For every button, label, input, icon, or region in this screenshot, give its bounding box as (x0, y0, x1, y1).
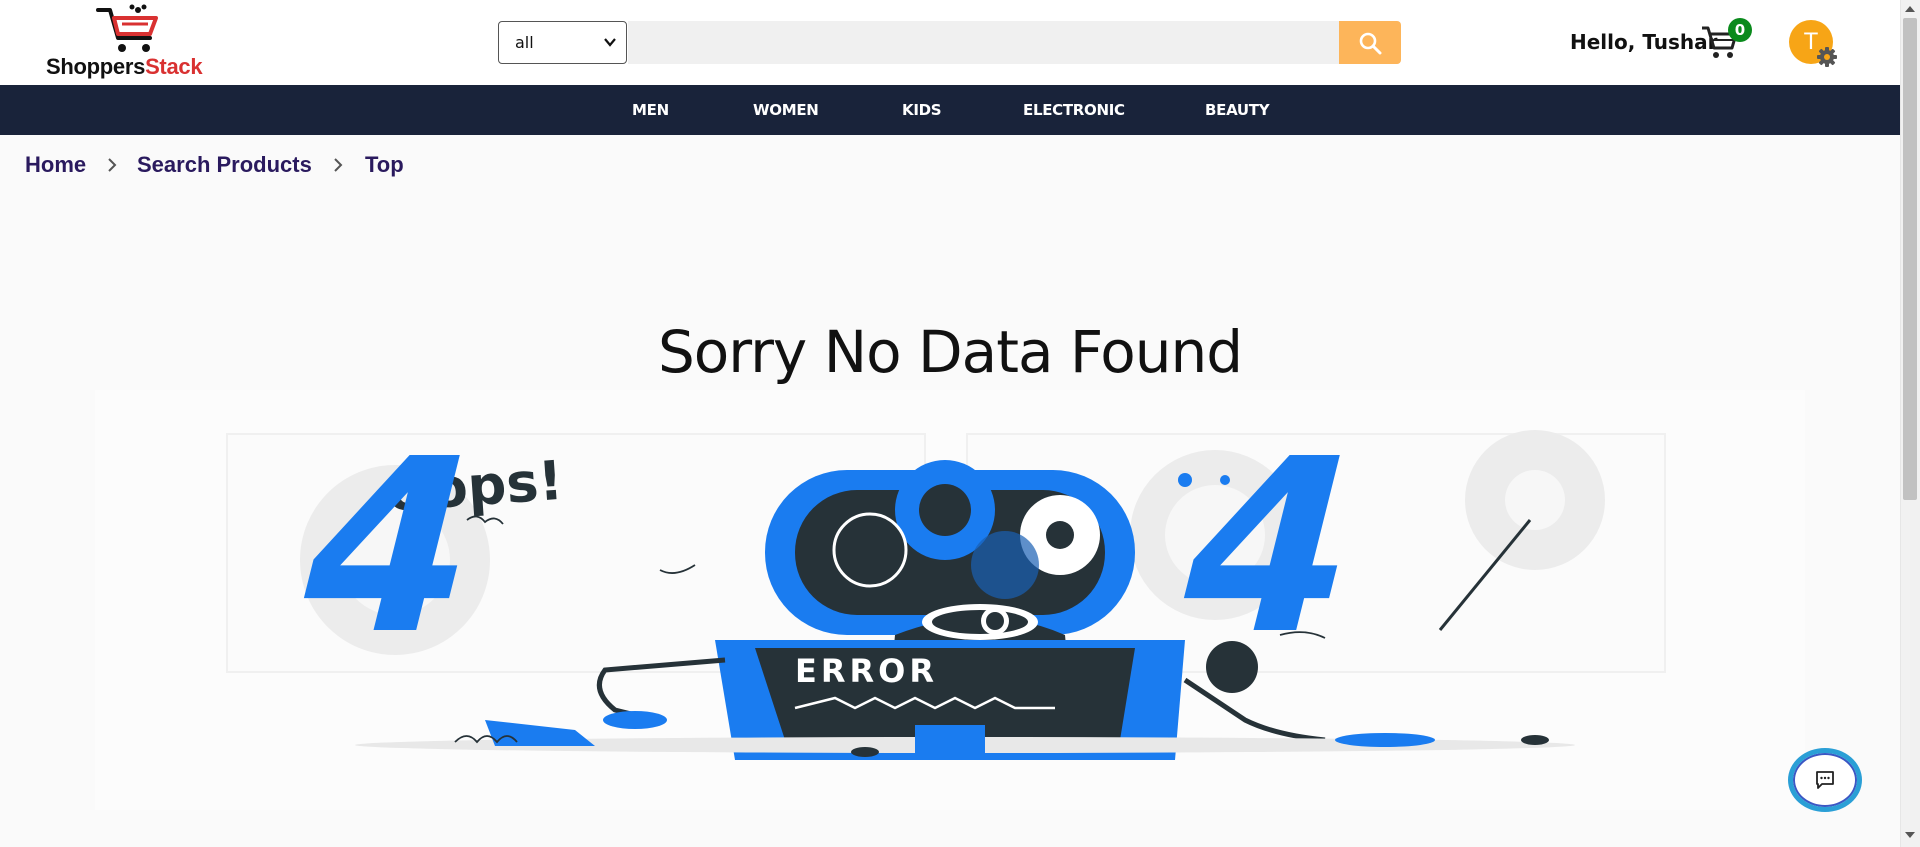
scrollbar-thumb[interactable] (1903, 18, 1917, 500)
category-select-value: all (515, 33, 534, 52)
breadcrumb-home[interactable]: Home (25, 152, 86, 178)
brand-name: ShoppersStack (46, 54, 203, 79)
error-label: ERROR (795, 652, 938, 690)
cart-count-badge: 0 (1728, 18, 1752, 42)
nav-item-electronic[interactable]: ELECTRONIC (1023, 85, 1125, 135)
breadcrumb-top: Top (365, 152, 404, 177)
scroll-down-arrow-icon[interactable] (1904, 830, 1916, 840)
gear-icon[interactable] (1816, 46, 1838, 68)
chevron-right-icon (334, 158, 343, 172)
search-input[interactable] (628, 21, 1340, 64)
chevron-down-icon (604, 38, 616, 47)
cart-logo-icon (96, 4, 158, 52)
nav-item-men[interactable]: MEN (632, 85, 669, 135)
header: ShoppersStack all Hello, Tushar 0 T (0, 0, 1900, 85)
user-greeting: Hello, Tushar (1570, 30, 1718, 54)
breadcrumb-search-products[interactable]: Search Products (137, 152, 312, 178)
page-title: Sorry No Data Found (657, 318, 1243, 386)
chevron-right-icon (108, 158, 117, 172)
robot-404-illustration: Oops! 4 4 ERROR (226, 408, 1666, 760)
search-button[interactable] (1339, 21, 1401, 64)
nav-item-beauty[interactable]: BEAUTY (1205, 85, 1270, 135)
error-404-illustration: Oops! 4 4 ERROR (95, 390, 1805, 810)
search-icon (1359, 32, 1382, 54)
scroll-up-arrow-icon[interactable] (1904, 4, 1916, 14)
category-select[interactable]: all (498, 21, 627, 64)
nav-item-women[interactable]: WOMEN (753, 85, 819, 135)
nav-item-kids[interactable]: KIDS (902, 85, 942, 135)
chat-button[interactable] (1788, 748, 1862, 812)
category-nav: MEN WOMEN KIDS ELECTRONIC BEAUTY (0, 85, 1900, 135)
chat-icon (1816, 771, 1834, 789)
brand-logo[interactable]: ShoppersStack (46, 4, 231, 80)
